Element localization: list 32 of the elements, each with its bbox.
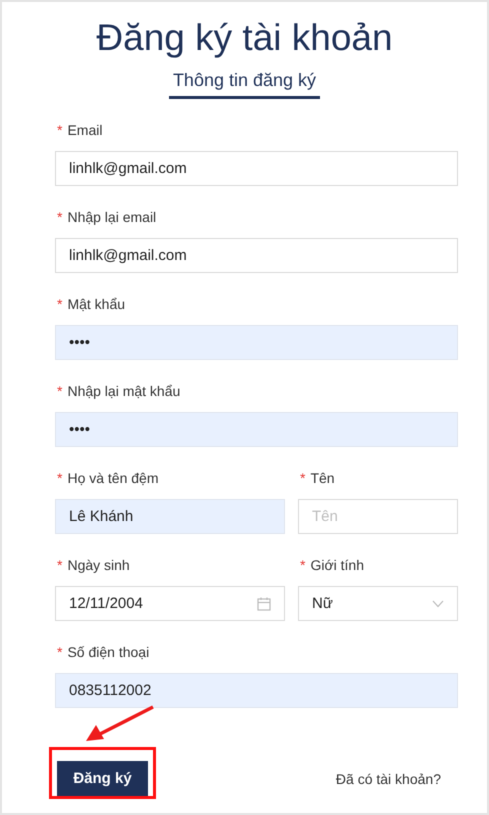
date-field[interactable]: 12/11/2004 xyxy=(55,586,285,621)
select-field[interactable]: Nữ xyxy=(298,586,458,621)
chevron-down-icon xyxy=(432,600,444,608)
field-label: Email xyxy=(67,122,102,138)
form-tab[interactable]: Thông tin đăng ký xyxy=(168,70,320,99)
page-title: Đăng ký tài khoản xyxy=(95,16,394,60)
login-link[interactable]: Đã có tài khoản? xyxy=(336,770,441,786)
required-asterisk: * xyxy=(57,470,62,486)
required-asterisk: * xyxy=(57,296,62,312)
field-label: Mật khẩu xyxy=(67,296,126,312)
required-asterisk: * xyxy=(57,122,62,138)
input-field[interactable]: Lê Khánh xyxy=(55,499,285,534)
required-asterisk: * xyxy=(300,557,306,573)
field-label: Nhập lại mật khẩu xyxy=(67,383,180,399)
field-label: Họ và tên đệm xyxy=(67,470,159,486)
field-label: Tên xyxy=(310,470,335,486)
register-button[interactable]: Đăng ký xyxy=(57,761,148,796)
required-asterisk: * xyxy=(57,383,62,399)
required-asterisk: * xyxy=(57,557,62,573)
required-asterisk: * xyxy=(300,470,306,486)
required-asterisk: * xyxy=(57,644,62,660)
field-label: Giới tính xyxy=(310,557,364,573)
field-label: Số điện thoại xyxy=(67,644,150,660)
field-label: Ngày sinh xyxy=(67,557,130,573)
input-field[interactable]: linhlk@gmail.com xyxy=(55,238,458,273)
input-field[interactable]: •••• xyxy=(55,412,458,447)
field-label: Nhập lại email xyxy=(67,209,156,225)
input-field[interactable]: 0835112002 xyxy=(55,673,458,708)
calendar-icon xyxy=(257,596,271,610)
input-field[interactable]: •••• xyxy=(55,325,458,360)
input-field[interactable]: linhlk@gmail.com xyxy=(55,151,458,186)
required-asterisk: * xyxy=(57,209,62,225)
